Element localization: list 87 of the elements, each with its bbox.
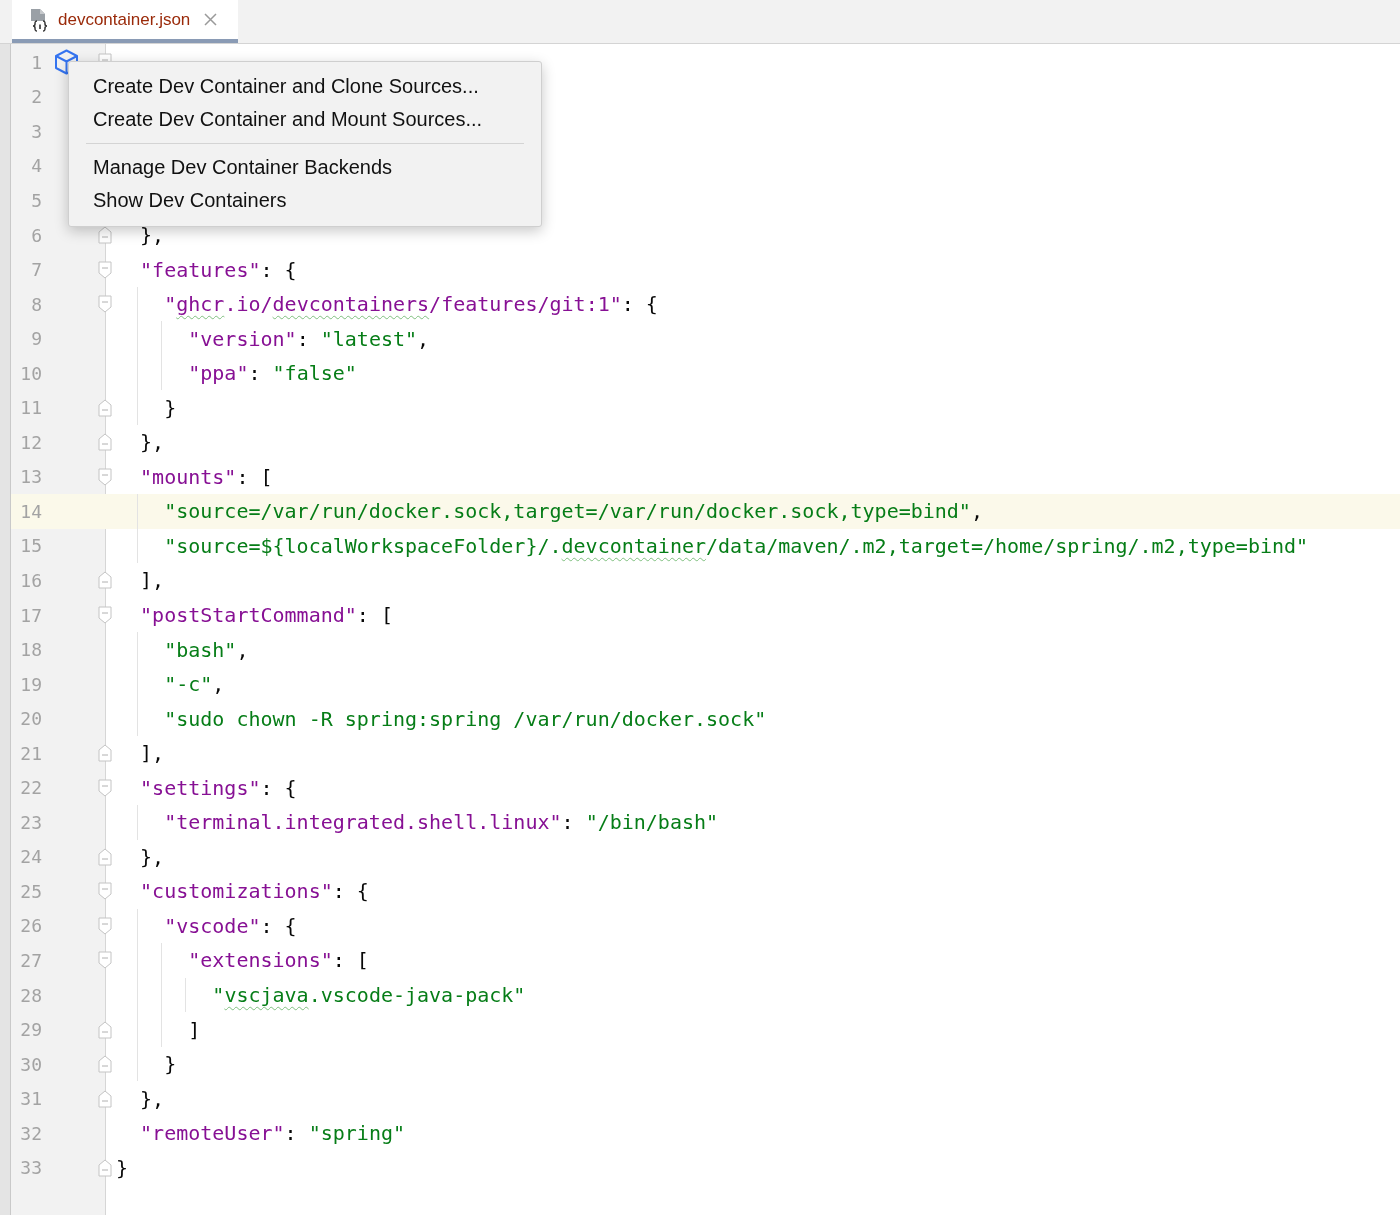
fold-marker-icon[interactable] — [98, 882, 112, 901]
menu-item[interactable]: Create Dev Container and Mount Sources... — [69, 103, 541, 136]
code-line: "sudo chown -R spring:spring /var/run/docker.sock" — [163, 706, 767, 731]
code-line: "vscjava.vscode-java-pack" — [211, 983, 526, 1008]
fold-marker-icon[interactable] — [98, 916, 112, 935]
fold-marker-icon[interactable] — [98, 433, 112, 452]
json-file-icon — [28, 7, 50, 32]
line-number: 10 — [19, 362, 42, 384]
line-number: 3 — [30, 120, 42, 142]
code-line: "bash", — [163, 637, 249, 662]
line-number: 2 — [30, 86, 42, 108]
fold-marker-icon[interactable] — [98, 398, 112, 417]
line-number: 24 — [19, 846, 42, 868]
line-number: 33 — [19, 1157, 42, 1179]
line-number: 31 — [19, 1088, 42, 1110]
line-number: 4 — [30, 155, 42, 177]
code-line: "ghcr.io/devcontainers/features/git:1": { — [163, 292, 658, 317]
line-number: 20 — [19, 708, 42, 730]
line-number: 19 — [19, 673, 42, 695]
fold-marker-icon[interactable] — [98, 1089, 112, 1108]
fold-marker-icon[interactable] — [98, 1020, 112, 1039]
code-line: "settings": { — [139, 775, 297, 800]
line-number: 26 — [19, 915, 42, 937]
menu-item[interactable]: Create Dev Container and Clone Sources... — [69, 70, 541, 103]
code-line: "customizations": { — [139, 879, 369, 904]
fold-marker-icon[interactable] — [98, 744, 112, 763]
line-number: 12 — [19, 431, 42, 453]
fold-marker-icon[interactable] — [98, 847, 112, 866]
code-line: "-c", — [163, 672, 225, 697]
line-number: 23 — [19, 811, 42, 833]
line-number: 25 — [19, 880, 42, 902]
fold-marker-icon[interactable] — [98, 467, 112, 486]
fold-marker-icon[interactable] — [98, 606, 112, 624]
fold-marker-icon[interactable] — [98, 571, 112, 590]
code-line: "source=${localWorkspaceFolder}/.devcontainer/data/maven/.m2,target=/home/spring/.m2,type=bind" — [163, 533, 1309, 558]
line-number: 5 — [30, 189, 42, 211]
code-line: "remoteUser": "spring" — [139, 1121, 405, 1146]
code-line: }, — [139, 844, 165, 869]
fold-marker-icon[interactable] — [98, 295, 112, 314]
line-number: 14 — [19, 500, 42, 522]
cube-icon[interactable] — [54, 49, 79, 76]
code-line: "mounts": [ — [139, 464, 273, 489]
line-number: 21 — [19, 742, 42, 764]
code-line: ], — [139, 568, 165, 593]
line-number: 8 — [30, 293, 42, 315]
menu-item[interactable]: Manage Dev Container Backends — [69, 151, 541, 184]
code-line: "vscode": { — [163, 913, 297, 938]
line-number: 22 — [19, 777, 42, 799]
code-line: "features": { — [139, 257, 297, 282]
line-number: 13 — [19, 466, 42, 488]
close-icon[interactable] — [204, 13, 218, 26]
fold-marker-icon[interactable] — [98, 951, 112, 970]
code-line: } — [163, 1052, 177, 1077]
code-line: ], — [139, 741, 165, 766]
code-line: } — [163, 395, 177, 420]
code-line: "ppa": "false" — [187, 361, 357, 386]
line-number: 7 — [30, 259, 42, 281]
line-number: 28 — [19, 984, 42, 1006]
code-line: }, — [139, 223, 165, 247]
code-line: "version": "latest", — [187, 326, 430, 351]
menu-item[interactable]: Show Dev Containers — [69, 184, 541, 217]
line-number: 11 — [19, 397, 42, 419]
code-line: "postStartCommand": [ — [139, 603, 393, 627]
code-line: ] — [187, 1017, 201, 1042]
line-number: 18 — [19, 639, 42, 661]
fold-marker-icon[interactable] — [98, 1055, 112, 1074]
line-number: 1 — [30, 51, 42, 73]
code-line: }, — [139, 430, 165, 455]
code-line: "extensions": [ — [187, 948, 369, 973]
line-number: 29 — [19, 1019, 42, 1041]
fold-marker-icon[interactable] — [98, 1158, 112, 1177]
code-line: }, — [139, 1086, 165, 1111]
line-number: 27 — [19, 950, 42, 971]
fold-marker-icon[interactable] — [98, 226, 112, 244]
line-number: 9 — [30, 328, 42, 350]
fold-marker-icon[interactable] — [98, 778, 112, 797]
line-number: 30 — [19, 1053, 42, 1075]
code-line: "terminal.integrated.shell.linux": "/bin/bash" — [163, 810, 719, 835]
line-number: 32 — [19, 1122, 42, 1144]
fold-marker-icon[interactable] — [98, 260, 112, 279]
line-number: 16 — [19, 569, 42, 591]
code-line: } — [115, 1155, 129, 1180]
code-line: "source=/var/run/docker.sock,target=/var/run/docker.sock,type=bind", — [163, 499, 983, 524]
line-number: 6 — [30, 224, 42, 246]
line-number: 15 — [19, 535, 42, 557]
file-tab[interactable]: devcontainer.json — [12, 0, 238, 43]
line-number: 17 — [19, 604, 42, 626]
